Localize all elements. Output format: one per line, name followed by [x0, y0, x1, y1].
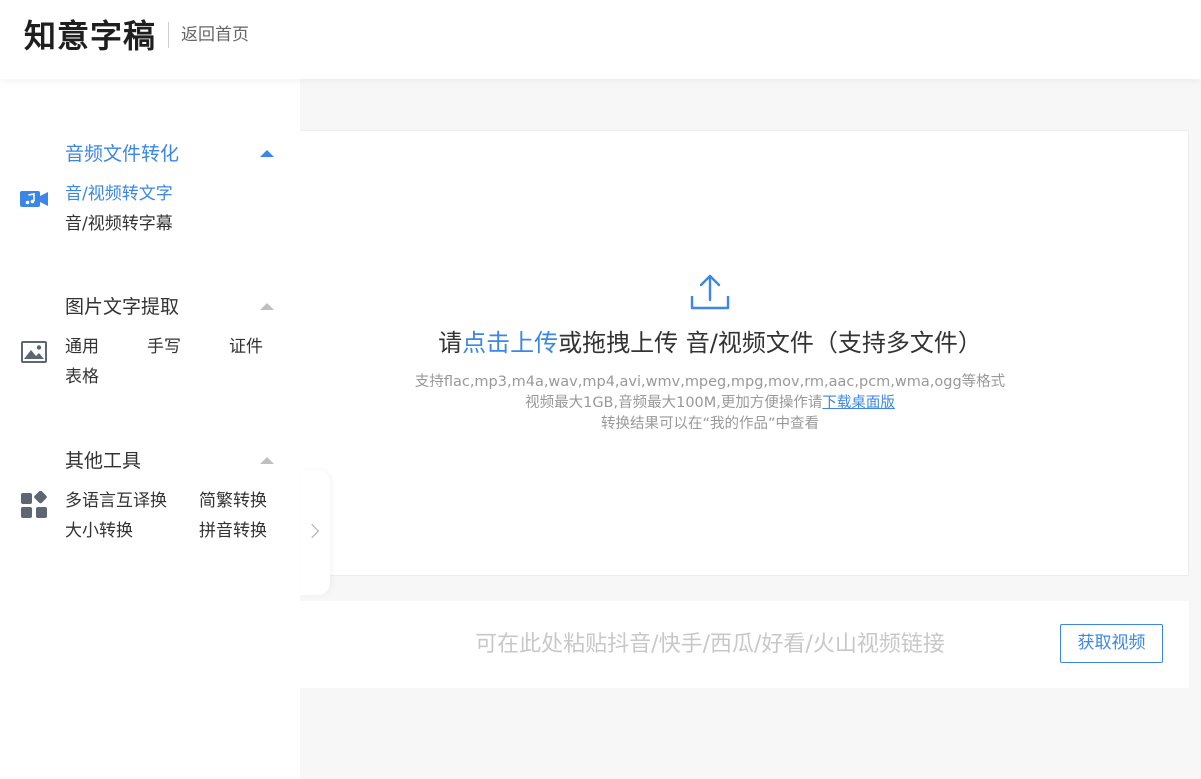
sidebar-item-id-card[interactable]: 证件 [229, 336, 263, 358]
download-desktop-link[interactable]: 下载桌面版 [822, 395, 895, 411]
back-home-link[interactable]: 返回首页 [181, 24, 249, 46]
upload-title-prefix: 请 [438, 329, 463, 357]
click-upload-link[interactable]: 点击上传 [462, 329, 558, 357]
upload-icon [690, 274, 730, 310]
image-icon [21, 341, 47, 363]
sidebar-item-simplified-traditional[interactable]: 简繁转换 [199, 490, 267, 512]
sidebar-item-av-to-subtitle[interactable]: 音/视频转字幕 [65, 213, 173, 235]
sidebar-collapse-tab[interactable] [300, 470, 330, 595]
caret-up-icon[interactable] [260, 457, 274, 464]
result-note-text: 转换结果可以在“我的作品”中查看 [600, 416, 820, 432]
size-limit-text: 视频最大1GB,音频最大100M,更加方便操作请下载桌面版 [300, 393, 1120, 413]
sidebar-item-table[interactable]: 表格 [65, 366, 99, 388]
section-title-audio-conversion[interactable]: 音频文件转化 [65, 141, 179, 167]
sidebar-item-translate[interactable]: 多语言互译换 [65, 490, 167, 512]
section-title-image-text[interactable]: 图片文字提取 [65, 294, 179, 320]
chevron-right-icon [304, 523, 320, 539]
section-title-other-tools[interactable]: 其他工具 [65, 448, 141, 474]
top-header: 知意字稿 返回首页 [0, 0, 1201, 79]
header-divider [168, 22, 169, 48]
upload-title-suffix: 或拖拽上传 音/视频文件（支持多文件） [558, 329, 982, 357]
sidebar: 音频文件转化 音/视频转文字 音/视频转字幕 图片文字提取 通用 手写 证件 表… [0, 79, 300, 779]
sidebar-item-pinyin[interactable]: 拼音转换 [199, 520, 267, 542]
video-camera-music-icon [20, 191, 48, 207]
sidebar-item-case-convert[interactable]: 大小转换 [65, 520, 133, 542]
video-link-bar: 获取视频 [300, 601, 1189, 688]
size-limit-prefix: 视频最大1GB,音频最大100M,更加方便操作请 [525, 395, 823, 411]
brand-logo[interactable]: 知意字稿 [24, 16, 156, 56]
sidebar-item-av-to-text[interactable]: 音/视频转文字 [65, 183, 173, 205]
upload-dropzone[interactable]: 请点击上传或拖拽上传 音/视频文件（支持多文件） 支持flac,mp3,m4a,… [300, 130, 1189, 576]
upload-title: 请点击上传或拖拽上传 音/视频文件（支持多文件） [300, 327, 1120, 359]
supported-formats-text: 支持flac,mp3,m4a,wav,mp4,avi,wmv,mpeg,mpg,… [414, 374, 1006, 390]
sidebar-item-general[interactable]: 通用 [65, 336, 99, 358]
get-video-button[interactable]: 获取视频 [1060, 624, 1163, 663]
caret-up-icon[interactable] [260, 150, 274, 157]
video-link-input[interactable] [340, 621, 1080, 667]
caret-up-icon[interactable] [260, 303, 274, 310]
apps-grid-icon [21, 491, 47, 518]
sidebar-item-handwriting[interactable]: 手写 [147, 336, 181, 358]
